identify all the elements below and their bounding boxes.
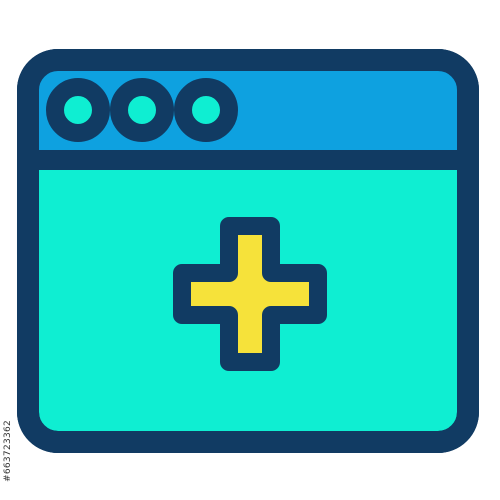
browser-window-add-icon: [17, 49, 479, 453]
icon-canvas: #663723362: [0, 0, 500, 500]
window-dot-3: [174, 78, 238, 142]
stock-id-text: #663723362: [3, 419, 13, 482]
window-dot-2: [110, 78, 174, 142]
window-dot-1: [46, 78, 110, 142]
